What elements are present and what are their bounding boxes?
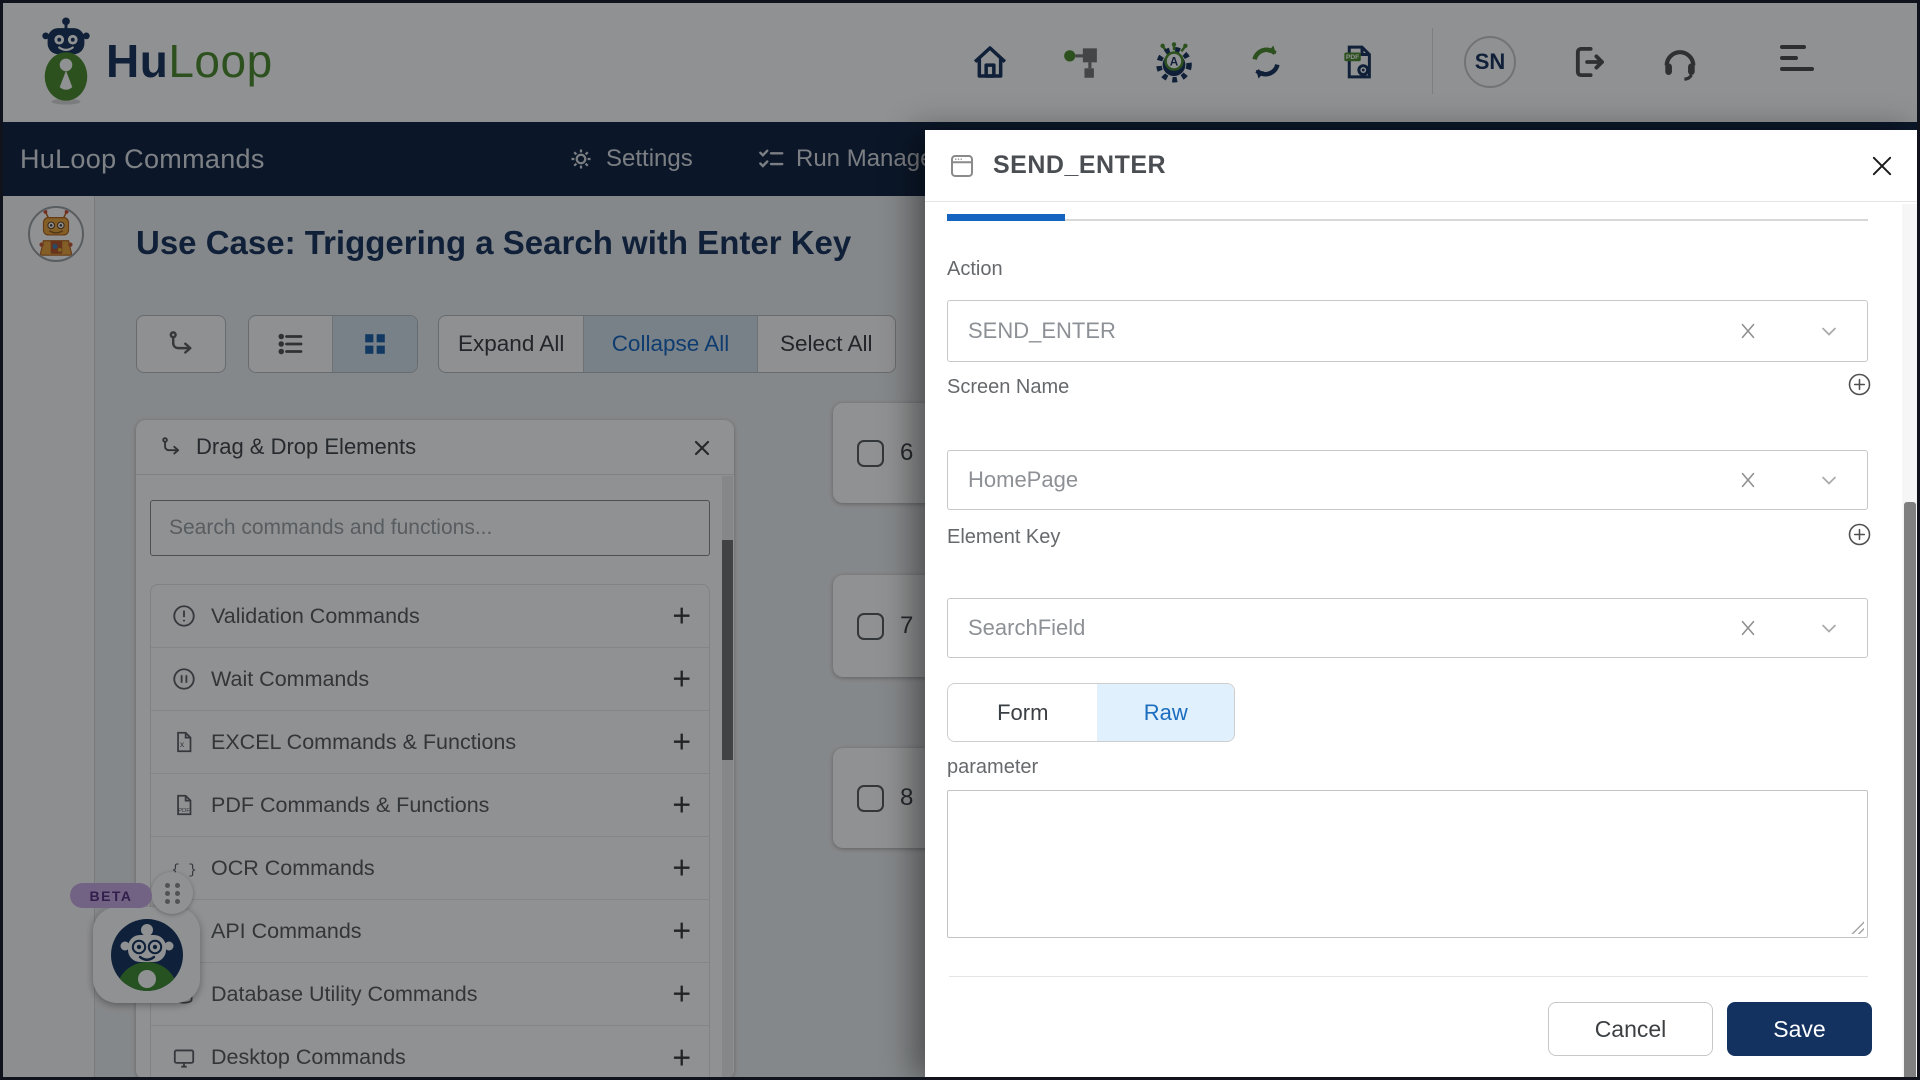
screen-name-value: HomePage	[968, 467, 1079, 492]
save-button[interactable]: Save	[1727, 1002, 1872, 1056]
footer-divider	[949, 976, 1868, 977]
parameter-textarea[interactable]	[947, 790, 1868, 938]
parameter-label: parameter	[947, 756, 1039, 778]
cancel-button[interactable]: Cancel	[1548, 1002, 1713, 1056]
active-tab-indicator[interactable]	[947, 214, 1065, 221]
clear-x-icon[interactable]	[1737, 617, 1759, 639]
element-key-value: SearchField	[968, 615, 1086, 640]
screen-name-select[interactable]: HomePage	[947, 450, 1868, 510]
modal-scrollbar-thumb[interactable]	[1904, 502, 1916, 1080]
raw-tab[interactable]: Raw	[1097, 684, 1234, 741]
resize-handle-icon[interactable]	[1851, 921, 1864, 934]
form-raw-toggle: Form Raw	[947, 683, 1235, 742]
chevron-down-icon[interactable]	[1817, 616, 1841, 640]
screen-name-label: Screen Name	[947, 376, 1070, 398]
chevron-down-icon[interactable]	[1817, 468, 1841, 492]
modal-scrollbar-track[interactable]	[1902, 204, 1918, 1080]
add-element-key-icon[interactable]	[1847, 522, 1872, 547]
element-key-select[interactable]: SearchField	[947, 598, 1868, 658]
tabs-underline	[947, 219, 1868, 221]
send-enter-modal: SEND_ENTER Action SEND_ENTER Screen Name…	[925, 130, 1920, 1080]
element-key-label: Element Key	[947, 526, 1061, 548]
huloop-app: HuLoop A PDF SN HuLoop Commands Settings…	[0, 0, 1920, 1080]
add-screen-name-icon[interactable]	[1847, 372, 1872, 397]
save-label: Save	[1773, 1015, 1826, 1042]
modal-close-icon[interactable]	[1868, 152, 1896, 180]
action-value: SEND_ENTER	[968, 318, 1116, 343]
chevron-down-icon[interactable]	[1817, 319, 1841, 343]
clear-x-icon[interactable]	[1737, 469, 1759, 491]
action-select[interactable]: SEND_ENTER	[947, 300, 1868, 362]
form-tab[interactable]: Form	[948, 684, 1098, 741]
window-icon	[947, 151, 977, 181]
clear-x-icon[interactable]	[1737, 320, 1759, 342]
action-label: Action	[947, 258, 1003, 280]
cancel-label: Cancel	[1594, 1015, 1667, 1042]
modal-title: SEND_ENTER	[993, 151, 1167, 179]
modal-header: SEND_ENTER	[925, 130, 1920, 202]
